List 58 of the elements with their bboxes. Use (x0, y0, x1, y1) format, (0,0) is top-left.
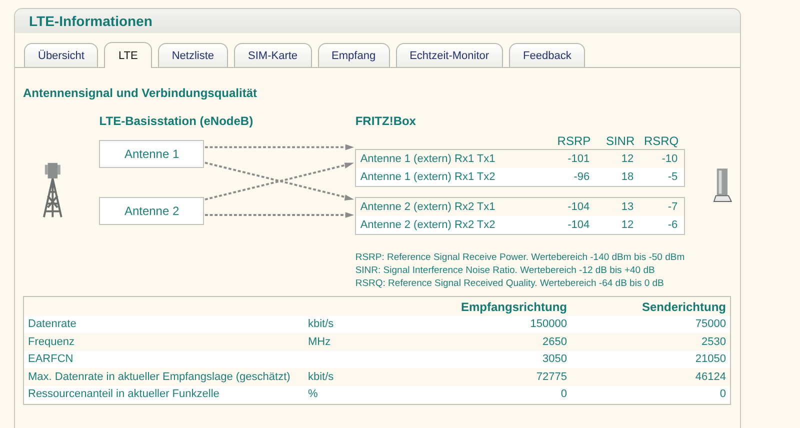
table-cell-text: 3050 (542, 353, 567, 366)
radio-tower-icon (42, 162, 64, 220)
table-cell-text: Max. Datenrate in aktueller Empfangslage (geschätzt) (28, 370, 292, 383)
tab[interactable]: Feedback (509, 43, 586, 67)
tab[interactable]: Echtzeit-Monitor (396, 43, 504, 67)
table-cell-text: Antenne 2 (extern) Rx2 Tx1 (359, 201, 496, 213)
table-cell-text: 0 (718, 388, 726, 400)
table-cell-text: 0 (560, 388, 567, 400)
table-cell: % (308, 388, 318, 400)
table-cell-text: -104 (566, 219, 591, 231)
table-cell-text: EARFCN (28, 353, 74, 366)
table-cell-text: -104 (566, 201, 591, 213)
column-header: Senderichtung (640, 300, 726, 314)
fritzbox-title: FRITZ!Box (355, 114, 416, 130)
tab[interactable]: Netzliste (158, 43, 228, 67)
table-cell-text: 12 (620, 219, 635, 231)
tab[interactable]: SIM-Karte (234, 43, 312, 67)
table-cell-text: -96 (572, 171, 591, 183)
table-cell-text: 75000 (694, 318, 726, 330)
table-cell-text: -101 (566, 153, 591, 165)
table-cell-text: -10 (660, 153, 679, 165)
legend-text: RSRQ: Reference Signal Received Quality. Wertebereich -64 dB bis 0 dB (355, 277, 665, 290)
tab[interactable]: LTE (104, 42, 152, 68)
legend-text: SINR: Signal Interference Noise Ratio. Wertebereich -12 dB bis +40 dB (355, 264, 656, 277)
table-cell: kbit/s (308, 318, 334, 330)
table-cell-text: 2530 (700, 336, 726, 348)
base-station-title: LTE-Basisstation (eNodeB) (99, 114, 254, 130)
table-cell-text: Frequenz (28, 336, 76, 348)
tab[interactable]: Empfang (318, 43, 390, 67)
table-cell: kbit/s (308, 370, 334, 383)
section-title: Antennensignal und Verbindungsqualität (23, 86, 258, 100)
table-cell-text: 21050 (694, 353, 726, 366)
table-cell-text: 13 (620, 201, 635, 213)
table-cell-text: 46124 (694, 370, 726, 383)
table-cell-text: -5 (666, 171, 679, 183)
table-cell-text: Ressourcenanteil in aktueller Funkzelle (28, 388, 220, 400)
column-header: SINR (604, 134, 636, 148)
table-cell-text: Antenne 1 (extern) Rx1 Tx1 (359, 153, 496, 165)
antenna-box: Antenne 1 (99, 140, 204, 168)
table-cell-text: Antenne 1 (extern) Rx1 Tx2 (359, 171, 496, 183)
tab[interactable]: Übersicht (24, 43, 98, 67)
column-header: Empfangsrichtung (460, 300, 567, 314)
table-cell: MHz (308, 336, 331, 348)
table-cell-text: 2650 (542, 336, 567, 348)
legend-text: RSRP: Reference Signal Receive Power. Wertebereich -140 dBm bis -50 dBm (355, 251, 685, 264)
table-cell-text: -7 (666, 201, 679, 213)
antenna-box: Antenne 2 (99, 197, 204, 225)
column-header: RSRQ (642, 134, 680, 148)
table-cell-text: 150000 (529, 318, 567, 330)
table-cell-text: 18 (620, 171, 635, 183)
router-icon (712, 168, 732, 204)
panel-title: LTE-Informationen (29, 13, 152, 29)
table-cell-text: -6 (666, 219, 679, 231)
table-cell-text: Antenne 2 (extern) Rx2 Tx2 (359, 219, 496, 231)
column-header: RSRP (556, 134, 592, 148)
table-cell-text: 12 (620, 153, 635, 165)
table-cell-text: Datenrate (28, 318, 78, 330)
table-cell-text: 72775 (535, 370, 567, 383)
